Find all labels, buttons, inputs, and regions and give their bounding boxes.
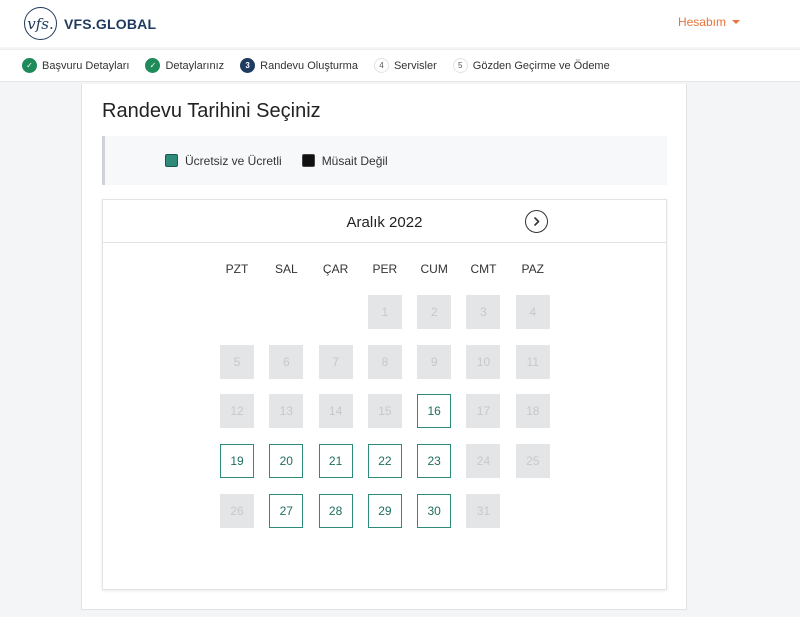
empty-day-cell bbox=[269, 295, 303, 329]
unavailable-day-cell: 17 bbox=[466, 394, 501, 429]
unavailable-day-cell: 2 bbox=[417, 295, 452, 329]
empty-day-cell bbox=[220, 295, 254, 329]
unavailable-day-cell: 24 bbox=[466, 444, 501, 479]
unavailable-day-cell: 8 bbox=[367, 344, 402, 379]
caret-down-icon bbox=[732, 20, 740, 24]
weekday-label: ÇAR bbox=[322, 262, 349, 276]
unavailable-day-cell: 5 bbox=[220, 344, 254, 379]
page-title: Randevu Tarihini Seçiniz bbox=[102, 100, 321, 122]
unavailable-day-cell: 7 bbox=[318, 344, 353, 379]
progress-stepper: ✓ Başvuru Detayları ✓ Detaylarınız 3 Randevu … bbox=[0, 49, 800, 82]
weekday-label: PAZ bbox=[521, 262, 544, 276]
step-label: Gözden Geçirme ve Ödeme bbox=[472, 59, 610, 72]
available-day-cell[interactable]: 27 bbox=[269, 493, 304, 528]
step-number-badge: 5 bbox=[452, 58, 468, 73]
account-menu-button[interactable]: Hesabım bbox=[678, 15, 740, 29]
unavailable-swatch-icon bbox=[301, 154, 315, 167]
unavailable-day-cell: 26 bbox=[220, 493, 254, 528]
available-day-cell[interactable]: 23 bbox=[417, 444, 452, 479]
calendar-header: Aralık 2022 bbox=[103, 200, 666, 243]
unavailable-day-cell: 10 bbox=[466, 344, 501, 379]
available-day-cell[interactable]: 30 bbox=[417, 493, 452, 528]
checkmark-icon: ✓ bbox=[22, 58, 37, 73]
logo-text: VFS.GLOBAL bbox=[64, 15, 157, 32]
available-day-cell[interactable]: 21 bbox=[318, 444, 353, 479]
unavailable-day-cell: 13 bbox=[269, 394, 304, 429]
legend-unavailable: Müsait Değil bbox=[301, 153, 388, 168]
chevron-right-icon bbox=[534, 217, 540, 226]
top-bar: vfs. VFS.GLOBAL Hesabım bbox=[0, 0, 800, 47]
unavailable-day-cell: 4 bbox=[515, 295, 550, 329]
logo-mark-icon: vfs. bbox=[24, 7, 57, 40]
weekday-label: SAL bbox=[274, 262, 298, 276]
available-day-cell[interactable]: 22 bbox=[367, 444, 402, 479]
weekday-header-row: PZT SAL ÇAR PER CUM CMT PAZ bbox=[220, 262, 550, 276]
available-day-cell[interactable]: 29 bbox=[367, 493, 402, 528]
weekday-label: CUM bbox=[420, 262, 448, 276]
unavailable-day-cell: 9 bbox=[417, 344, 452, 379]
step-1: ✓ Başvuru Detayları bbox=[22, 58, 129, 73]
calendar-days-grid: 1 2 3 4 5 6 7 8 9 10 11 12 13 14 15 16 17 18 19 20 21 22 23 24 2… bbox=[220, 295, 550, 528]
step-2: ✓ Detaylarınız bbox=[145, 58, 224, 73]
date-picker-calendar: Aralık 2022 PZT SAL ÇAR PER CUM CMT PAZ 123456… bbox=[102, 199, 667, 590]
calendar-legend: Ücretsiz ve Ücretli Müsait Değil bbox=[102, 136, 667, 185]
unavailable-day-cell: 6 bbox=[269, 344, 304, 379]
available-day-cell[interactable]: 28 bbox=[318, 493, 353, 528]
checkmark-icon: ✓ bbox=[145, 58, 161, 73]
unavailable-day-cell: 31 bbox=[466, 493, 501, 528]
step-label: Başvuru Detayları bbox=[42, 59, 130, 72]
legend-unavailable-label: Müsait Değil bbox=[321, 153, 388, 168]
weekday-label: PER bbox=[372, 262, 398, 276]
empty-day-cell bbox=[319, 295, 353, 329]
account-label: Hesabım bbox=[677, 15, 726, 29]
available-day-cell[interactable]: 16 bbox=[417, 394, 452, 429]
unavailable-day-cell: 14 bbox=[318, 394, 353, 429]
month-label: Aralık 2022 bbox=[346, 214, 423, 231]
unavailable-day-cell: 25 bbox=[515, 444, 550, 479]
step-label: Servisler bbox=[393, 59, 437, 72]
legend-available: Ücretsiz ve Ücretli bbox=[165, 154, 282, 168]
unavailable-day-cell: 15 bbox=[367, 394, 402, 429]
unavailable-day-cell: 3 bbox=[466, 295, 501, 329]
unavailable-day-cell: 11 bbox=[515, 344, 550, 379]
weekday-label: PZT bbox=[225, 262, 249, 276]
available-day-cell[interactable]: 20 bbox=[269, 444, 304, 479]
available-swatch-icon bbox=[165, 154, 178, 167]
step-5: 5 Gözden Geçirme ve Ödeme bbox=[452, 58, 610, 73]
weekday-label: CMT bbox=[470, 262, 497, 276]
step-number-badge: 3 bbox=[240, 58, 256, 73]
step-3: 3 Randevu Oluşturma bbox=[240, 58, 358, 73]
unavailable-day-cell: 1 bbox=[367, 295, 402, 329]
available-day-cell[interactable]: 19 bbox=[220, 444, 254, 479]
step-label: Randevu Oluşturma bbox=[260, 59, 358, 72]
next-month-button[interactable] bbox=[525, 210, 548, 233]
step-4: 4 Servisler bbox=[373, 58, 437, 73]
vfs-logo[interactable]: vfs. VFS.GLOBAL bbox=[24, 7, 156, 40]
unavailable-day-cell: 18 bbox=[515, 394, 550, 429]
legend-available-label: Ücretsiz ve Ücretli bbox=[185, 153, 282, 168]
step-number-badge: 4 bbox=[373, 58, 389, 73]
step-label: Detaylarınız bbox=[165, 59, 225, 72]
main-card: Randevu Tarihini Seçiniz Ücretsiz ve Ücr… bbox=[81, 84, 687, 610]
unavailable-day-cell: 12 bbox=[220, 394, 254, 429]
